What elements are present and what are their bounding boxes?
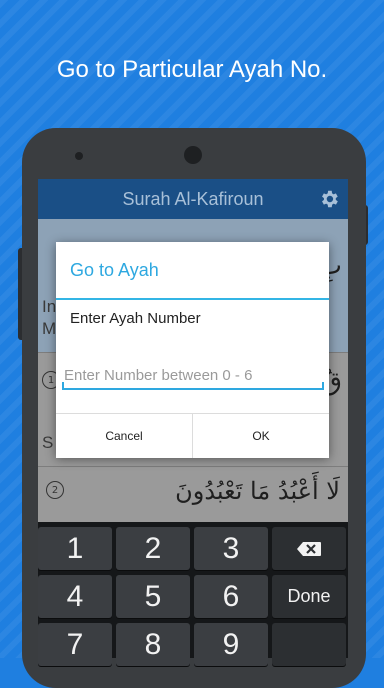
dialog-title-divider bbox=[56, 298, 329, 300]
dialog-button-bar: Cancel OK bbox=[56, 413, 329, 458]
key-4[interactable]: 4 bbox=[38, 575, 112, 618]
arabic-text: لَا أَعْبُدُ مَا تَعْبُدُونَ bbox=[175, 477, 340, 505]
numeric-keyboard: 1 2 3 4 5 6 Done 7 8 9 bbox=[38, 522, 348, 666]
key-5[interactable]: 5 bbox=[116, 575, 190, 618]
backspace-icon bbox=[297, 541, 321, 556]
app-bar: Surah Al-Kafiroun bbox=[38, 179, 348, 219]
key-9[interactable]: 9 bbox=[194, 623, 268, 666]
input-underline-edge bbox=[62, 382, 64, 390]
cancel-button[interactable]: Cancel bbox=[56, 414, 192, 458]
key-8[interactable]: 8 bbox=[116, 623, 190, 666]
key-3[interactable]: 3 bbox=[194, 527, 268, 570]
phone-camera bbox=[184, 146, 202, 164]
row-text-line: In bbox=[42, 297, 57, 316]
gear-icon[interactable] bbox=[318, 188, 340, 210]
list-item[interactable]: 2 لَا أَعْبُدُ مَا تَعْبُدُونَ bbox=[38, 467, 348, 530]
input-underline-edge bbox=[322, 382, 324, 390]
dialog-title: Go to Ayah bbox=[70, 260, 159, 280]
backspace-key[interactable] bbox=[272, 527, 346, 570]
key-1[interactable]: 1 bbox=[38, 527, 112, 570]
key-7[interactable]: 7 bbox=[38, 623, 112, 666]
app-title: Surah Al-Kafiroun bbox=[122, 188, 264, 209]
row-text-line: S bbox=[42, 433, 54, 452]
go-to-ayah-dialog: Go to Ayah Enter Ayah Number Cancel OK bbox=[56, 242, 329, 458]
key-6[interactable]: 6 bbox=[194, 575, 268, 618]
key-2[interactable]: 2 bbox=[116, 527, 190, 570]
blank-key[interactable] bbox=[272, 623, 346, 666]
done-key[interactable]: Done bbox=[272, 575, 346, 618]
ok-button[interactable]: OK bbox=[192, 414, 329, 458]
verse-number: 2 bbox=[46, 481, 64, 499]
phone-sensor bbox=[75, 152, 83, 160]
ayah-number-label: Enter Ayah Number bbox=[70, 310, 201, 327]
row-text-line: M bbox=[42, 319, 57, 338]
ayah-number-input[interactable] bbox=[62, 362, 324, 390]
promo-title: Go to Particular Ayah No. bbox=[56, 56, 328, 83]
